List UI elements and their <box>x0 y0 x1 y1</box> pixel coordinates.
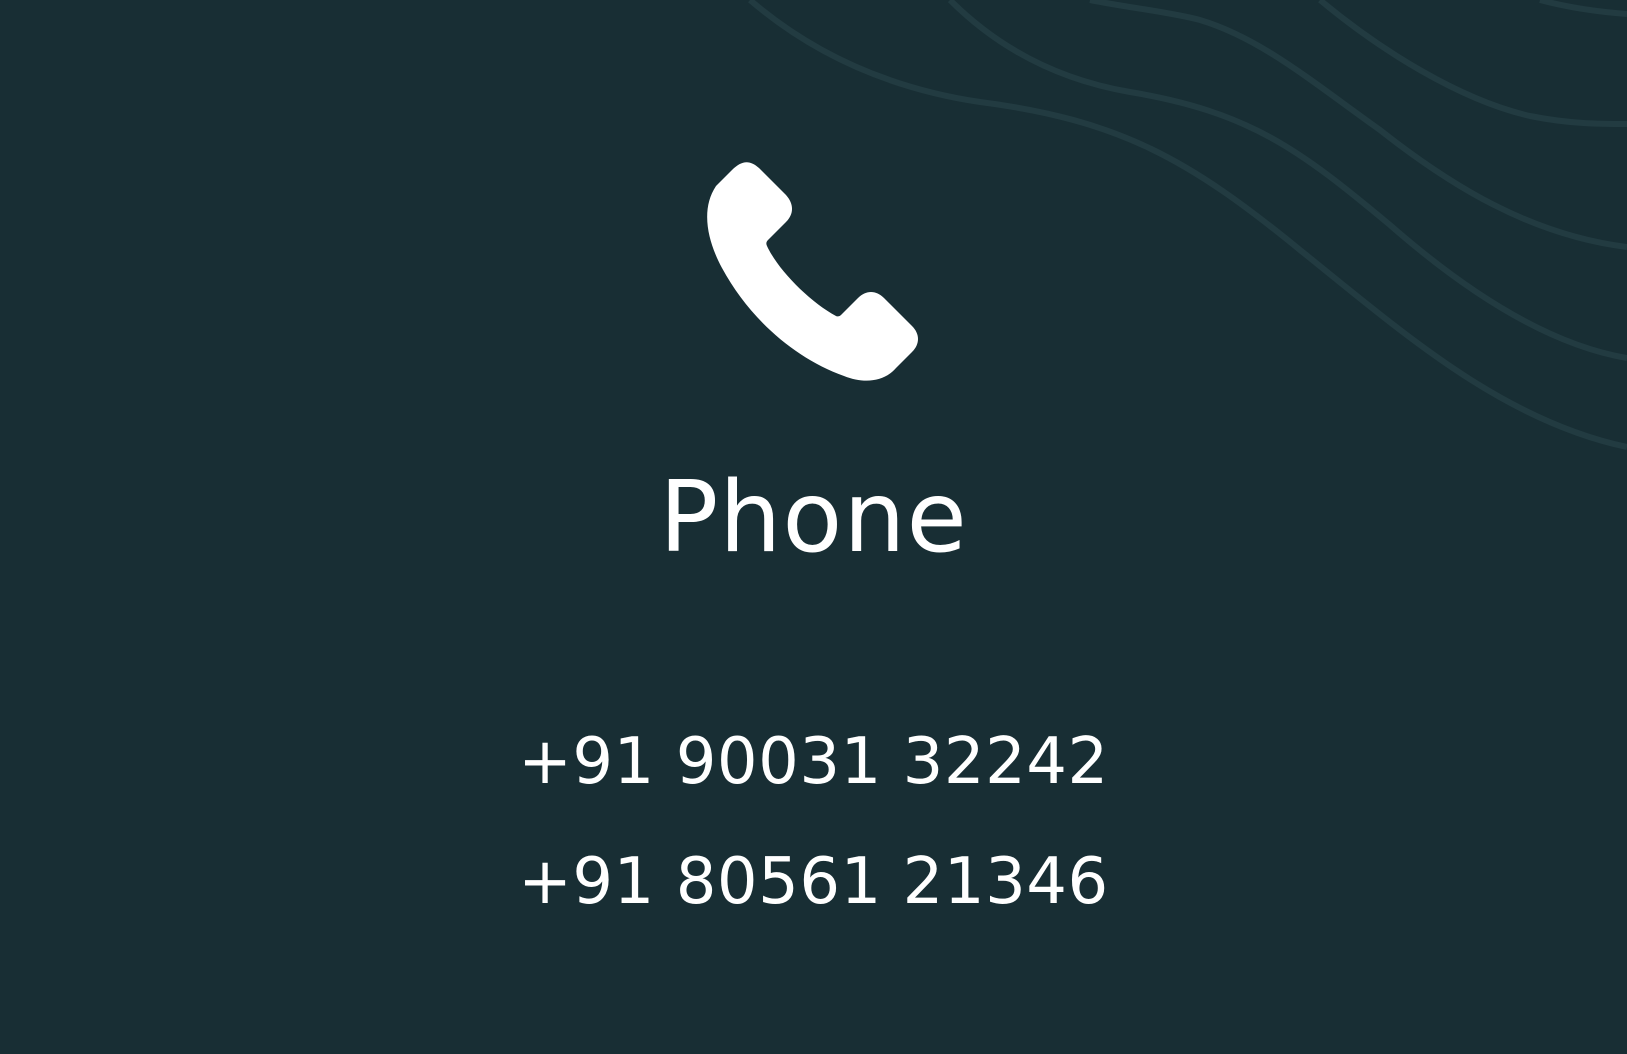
phone-number[interactable]: +91 90031 32242 <box>0 702 1627 822</box>
wave-line <box>1089 0 1627 250</box>
phone-number-list: +91 90031 32242 +91 80561 21346 <box>0 702 1627 942</box>
wave-line <box>947 0 1627 361</box>
page-title: Phone <box>659 461 968 575</box>
wave-line <box>1318 0 1627 127</box>
phone-number[interactable]: +91 80561 21346 <box>0 822 1627 942</box>
contact-card: Phone +91 90031 32242 +91 80561 21346 <box>0 0 1627 1054</box>
phone-icon <box>707 162 918 381</box>
wave-line <box>1539 0 1627 17</box>
